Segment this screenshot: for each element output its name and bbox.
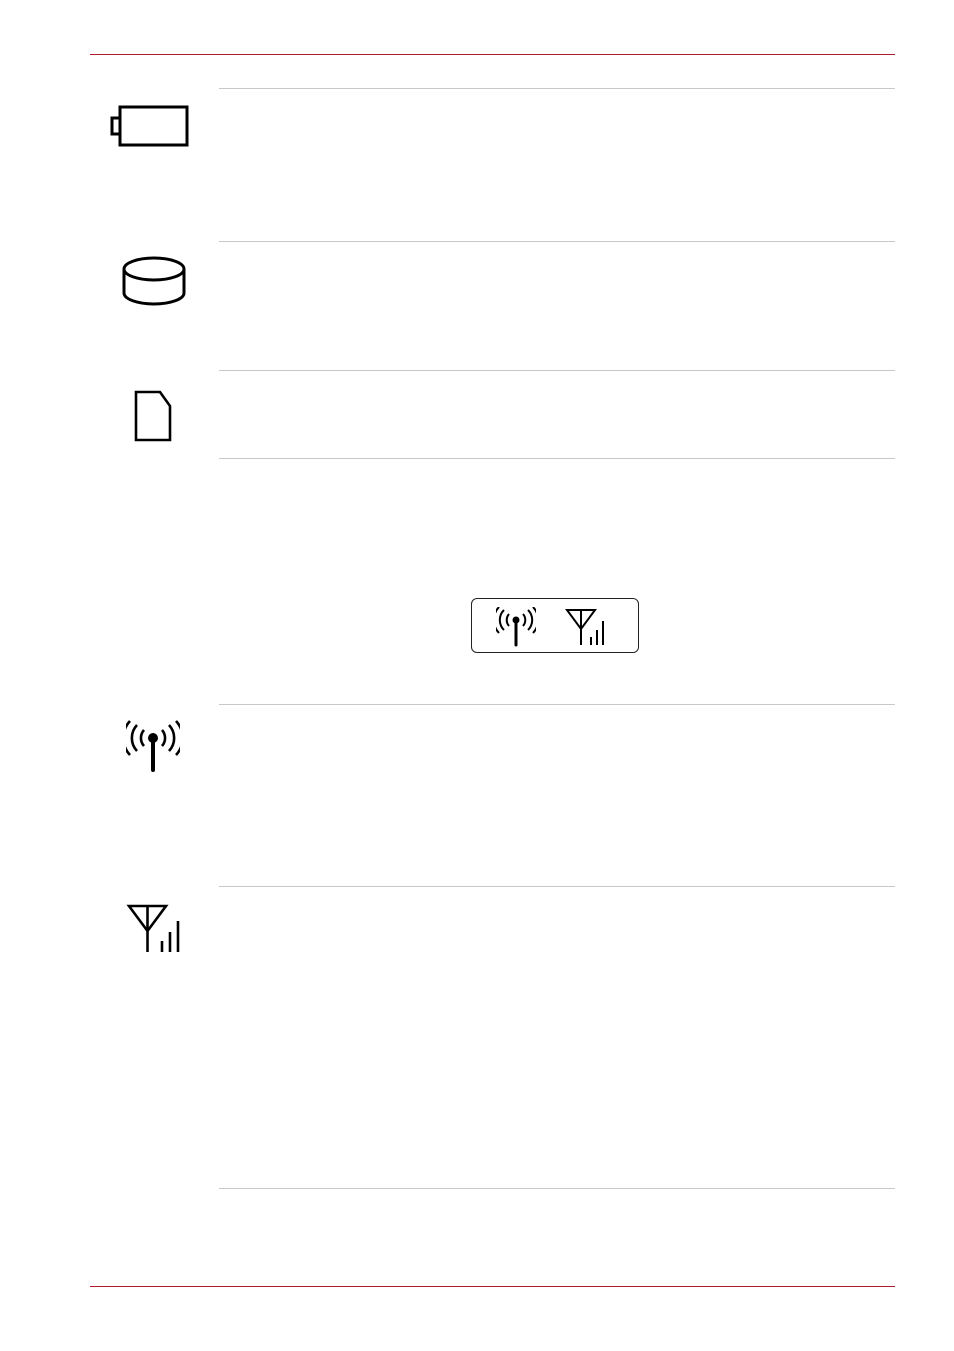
row-divider xyxy=(219,704,895,705)
row-divider xyxy=(219,241,895,242)
memory-card-icon xyxy=(132,388,176,444)
indicator-panel xyxy=(471,598,639,653)
header-rule xyxy=(90,54,895,55)
footer-rule xyxy=(90,1286,895,1287)
row-divider xyxy=(219,370,895,371)
wireless-wan-icon xyxy=(126,903,186,955)
hard-disk-icon xyxy=(120,253,190,309)
wireless-wan-icon xyxy=(564,607,610,647)
row-divider xyxy=(219,458,895,459)
wireless-lan-icon xyxy=(126,720,180,774)
wireless-lan-icon xyxy=(496,607,536,647)
row-divider xyxy=(219,886,895,887)
row-divider xyxy=(219,1188,895,1189)
battery-icon xyxy=(108,104,192,150)
row-divider xyxy=(219,88,895,89)
